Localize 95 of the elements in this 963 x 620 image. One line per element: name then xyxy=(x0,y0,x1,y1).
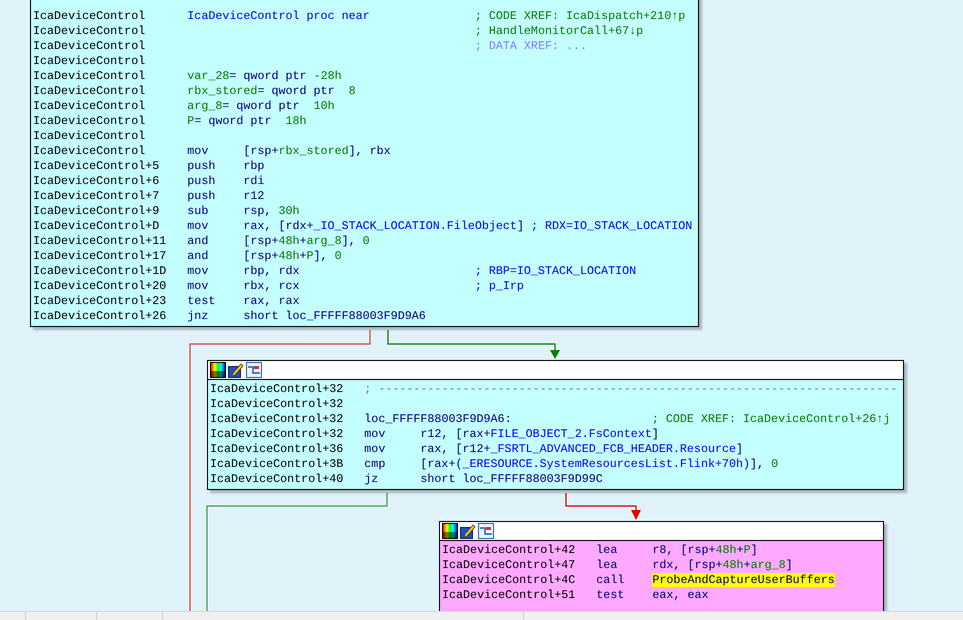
mnemonic-text: mov xyxy=(364,442,386,457)
operand-text: loc_FFFFF88003F9D9A6: xyxy=(364,412,513,427)
mnemonic-text: and xyxy=(187,234,210,249)
palette-icon[interactable] xyxy=(442,523,458,539)
palette-icon[interactable] xyxy=(210,362,226,378)
address-text: IcaDeviceControl xyxy=(33,9,146,24)
address-text: IcaDeviceControl+32 xyxy=(210,427,344,442)
address-text: IcaDeviceControl xyxy=(33,144,146,159)
address-text: IcaDeviceControl xyxy=(33,129,146,144)
mnemonic-text: mov xyxy=(187,264,210,279)
mnemonic-text: mov xyxy=(187,219,210,234)
mnemonic-text: mov xyxy=(364,427,386,442)
address-text: IcaDeviceControl xyxy=(33,69,146,84)
operand-text: rax, [r12+_FSRTL_ADVANCED_FCB_HEADER.Resource] xyxy=(420,442,744,457)
mnemonic-text: push xyxy=(187,159,216,174)
operand-text: [rsp+48h+P], 0 xyxy=(243,249,343,264)
address-text: IcaDeviceControl+40 xyxy=(210,472,344,487)
address-text: IcaDeviceControl+51 xyxy=(442,588,576,603)
comment-text: ; RBP=IO_STACK_LOCATION xyxy=(474,264,636,279)
operand-text: var_28= qword ptr -28h xyxy=(187,69,343,84)
address-text: IcaDeviceControl+47 xyxy=(442,558,576,573)
address-text: IcaDeviceControl+17 xyxy=(33,249,168,264)
mnemonic-text: call xyxy=(596,573,626,588)
address-text: IcaDeviceControl+4C xyxy=(442,573,576,588)
address-text: IcaDeviceControl+7 xyxy=(33,189,160,204)
code-block[interactable] xyxy=(207,360,904,490)
address-text: IcaDeviceControl+11 xyxy=(33,234,168,249)
code-block[interactable]: IcaDeviceControl+42 lea r8, [rsp+48h+P] IcaDeviceControl+47 lea rdx, [rsp+48h+arg_8] IcaDeviceControl+4C call ProbeAndCaptureUserBuffers IcaDeviceControl+51 test eax, eax xyxy=(439,521,884,611)
mnemonic-text: test xyxy=(187,294,216,309)
operand-text: ProbeAndCaptureUserBuffers xyxy=(652,573,836,588)
mnemonic-text: jz xyxy=(364,472,380,487)
operand-text: [rax+(_ERESOURCE.SystemResourcesList.Flink+70h)], 0 xyxy=(420,457,778,472)
graph-icon[interactable] xyxy=(246,362,262,378)
address-text: IcaDeviceControl+5 xyxy=(33,159,160,174)
address-text: IcaDeviceControl+3B xyxy=(210,457,344,472)
operand-text: rdx, [rsp+48h+arg_8] xyxy=(652,558,794,573)
comment-text: ; RDX=IO_STACK_LOCATION xyxy=(530,219,692,234)
address-text: IcaDeviceControl+32 xyxy=(210,397,344,412)
address-text: IcaDeviceControl xyxy=(33,24,146,39)
address-text: IcaDeviceControl+6 xyxy=(33,174,160,189)
comment-text: ; CODE XREF: IcaDeviceControl+26↑j xyxy=(652,412,890,427)
mnemonic-text: lea xyxy=(596,558,618,573)
operand-text: rbx, rcx xyxy=(243,279,300,294)
mnemonic-text: push xyxy=(187,174,216,189)
address-text: IcaDeviceControl+36 xyxy=(210,442,344,457)
operand-text: eax, eax xyxy=(652,588,710,603)
operand-text: [rsp+rbx_stored], rbx xyxy=(243,144,392,159)
address-text: IcaDeviceControl+9 xyxy=(33,204,160,219)
mnemonic-text: push xyxy=(187,189,216,204)
mnemonic-text: cmp xyxy=(364,457,386,472)
operand-text: rax, [rdx+_IO_STACK_LOCATION.FileObject] xyxy=(243,219,524,234)
operand-text: rbx_stored= qword ptr 8 xyxy=(187,84,357,99)
operand-text: arg_8= qword ptr 10h xyxy=(187,99,336,114)
address-text: IcaDeviceControl+32 xyxy=(210,382,344,397)
operand-text: rbp, rdx xyxy=(243,264,300,279)
operand-text: r12, [rax+FILE_OBJECT_2.FsContext] xyxy=(420,427,659,442)
mnemonic-text: and xyxy=(187,249,210,264)
graph-icon[interactable] xyxy=(478,523,494,539)
mnemonic-text: sub xyxy=(187,204,210,219)
pencil-icon[interactable] xyxy=(460,523,476,539)
mnemonic-text: mov xyxy=(187,279,210,294)
mnemonic-text: test xyxy=(596,588,626,603)
comment-text: ; CODE XREF: IcaDispatch+210↑p xyxy=(474,9,686,24)
address-text: IcaDeviceControl+20 xyxy=(33,279,168,294)
address-text: IcaDeviceControl+26 xyxy=(33,309,168,324)
operand-text: rsp, 30h xyxy=(243,204,301,219)
operand-text: short loc_FFFFF88003F9D99C xyxy=(420,472,604,487)
address-text: IcaDeviceControl xyxy=(33,39,146,54)
comment-text: ; DATA XREF: ... xyxy=(474,39,588,54)
code-block[interactable] xyxy=(30,0,700,327)
address-text: IcaDeviceControl+23 xyxy=(33,294,168,309)
address-text: IcaDeviceControl xyxy=(33,114,146,129)
address-text: IcaDeviceControl xyxy=(33,54,146,69)
operand-text: rax, rax xyxy=(243,294,300,309)
mnemonic-text: lea xyxy=(596,543,618,558)
address-text: IcaDeviceControl+42 xyxy=(442,543,576,558)
pencil-icon[interactable] xyxy=(228,362,244,378)
operand-text: rbp xyxy=(243,159,266,174)
operand-text: r12 xyxy=(243,189,266,204)
comment-text: ; HandleMonitorCall+67↓p xyxy=(474,24,644,39)
address-text: IcaDeviceControl+D xyxy=(33,219,160,234)
mnemonic-text: mov xyxy=(187,144,210,159)
operand-text: short loc_FFFFF88003F9D9A6 xyxy=(243,309,427,324)
operand-text: P= qword ptr 18h xyxy=(187,114,308,129)
address-text: IcaDeviceControl+1D xyxy=(33,264,168,279)
address-text: IcaDeviceControl+32 xyxy=(210,412,344,427)
operand-text: r8, [rsp+48h+P] xyxy=(652,543,759,558)
mnemonic-text: jnz xyxy=(187,309,210,324)
operand-text: IcaDeviceControl proc near xyxy=(187,9,371,24)
operand-text: rdi xyxy=(243,174,266,189)
operand-text: [rsp+48h+arg_8], 0 xyxy=(243,234,371,249)
separator-comment: ; -------------------------------------------------------------------------- xyxy=(364,382,898,397)
address-text: IcaDeviceControl xyxy=(33,84,146,99)
address-text: IcaDeviceControl xyxy=(33,99,146,114)
comment-text: ; p_Irp xyxy=(474,279,524,294)
